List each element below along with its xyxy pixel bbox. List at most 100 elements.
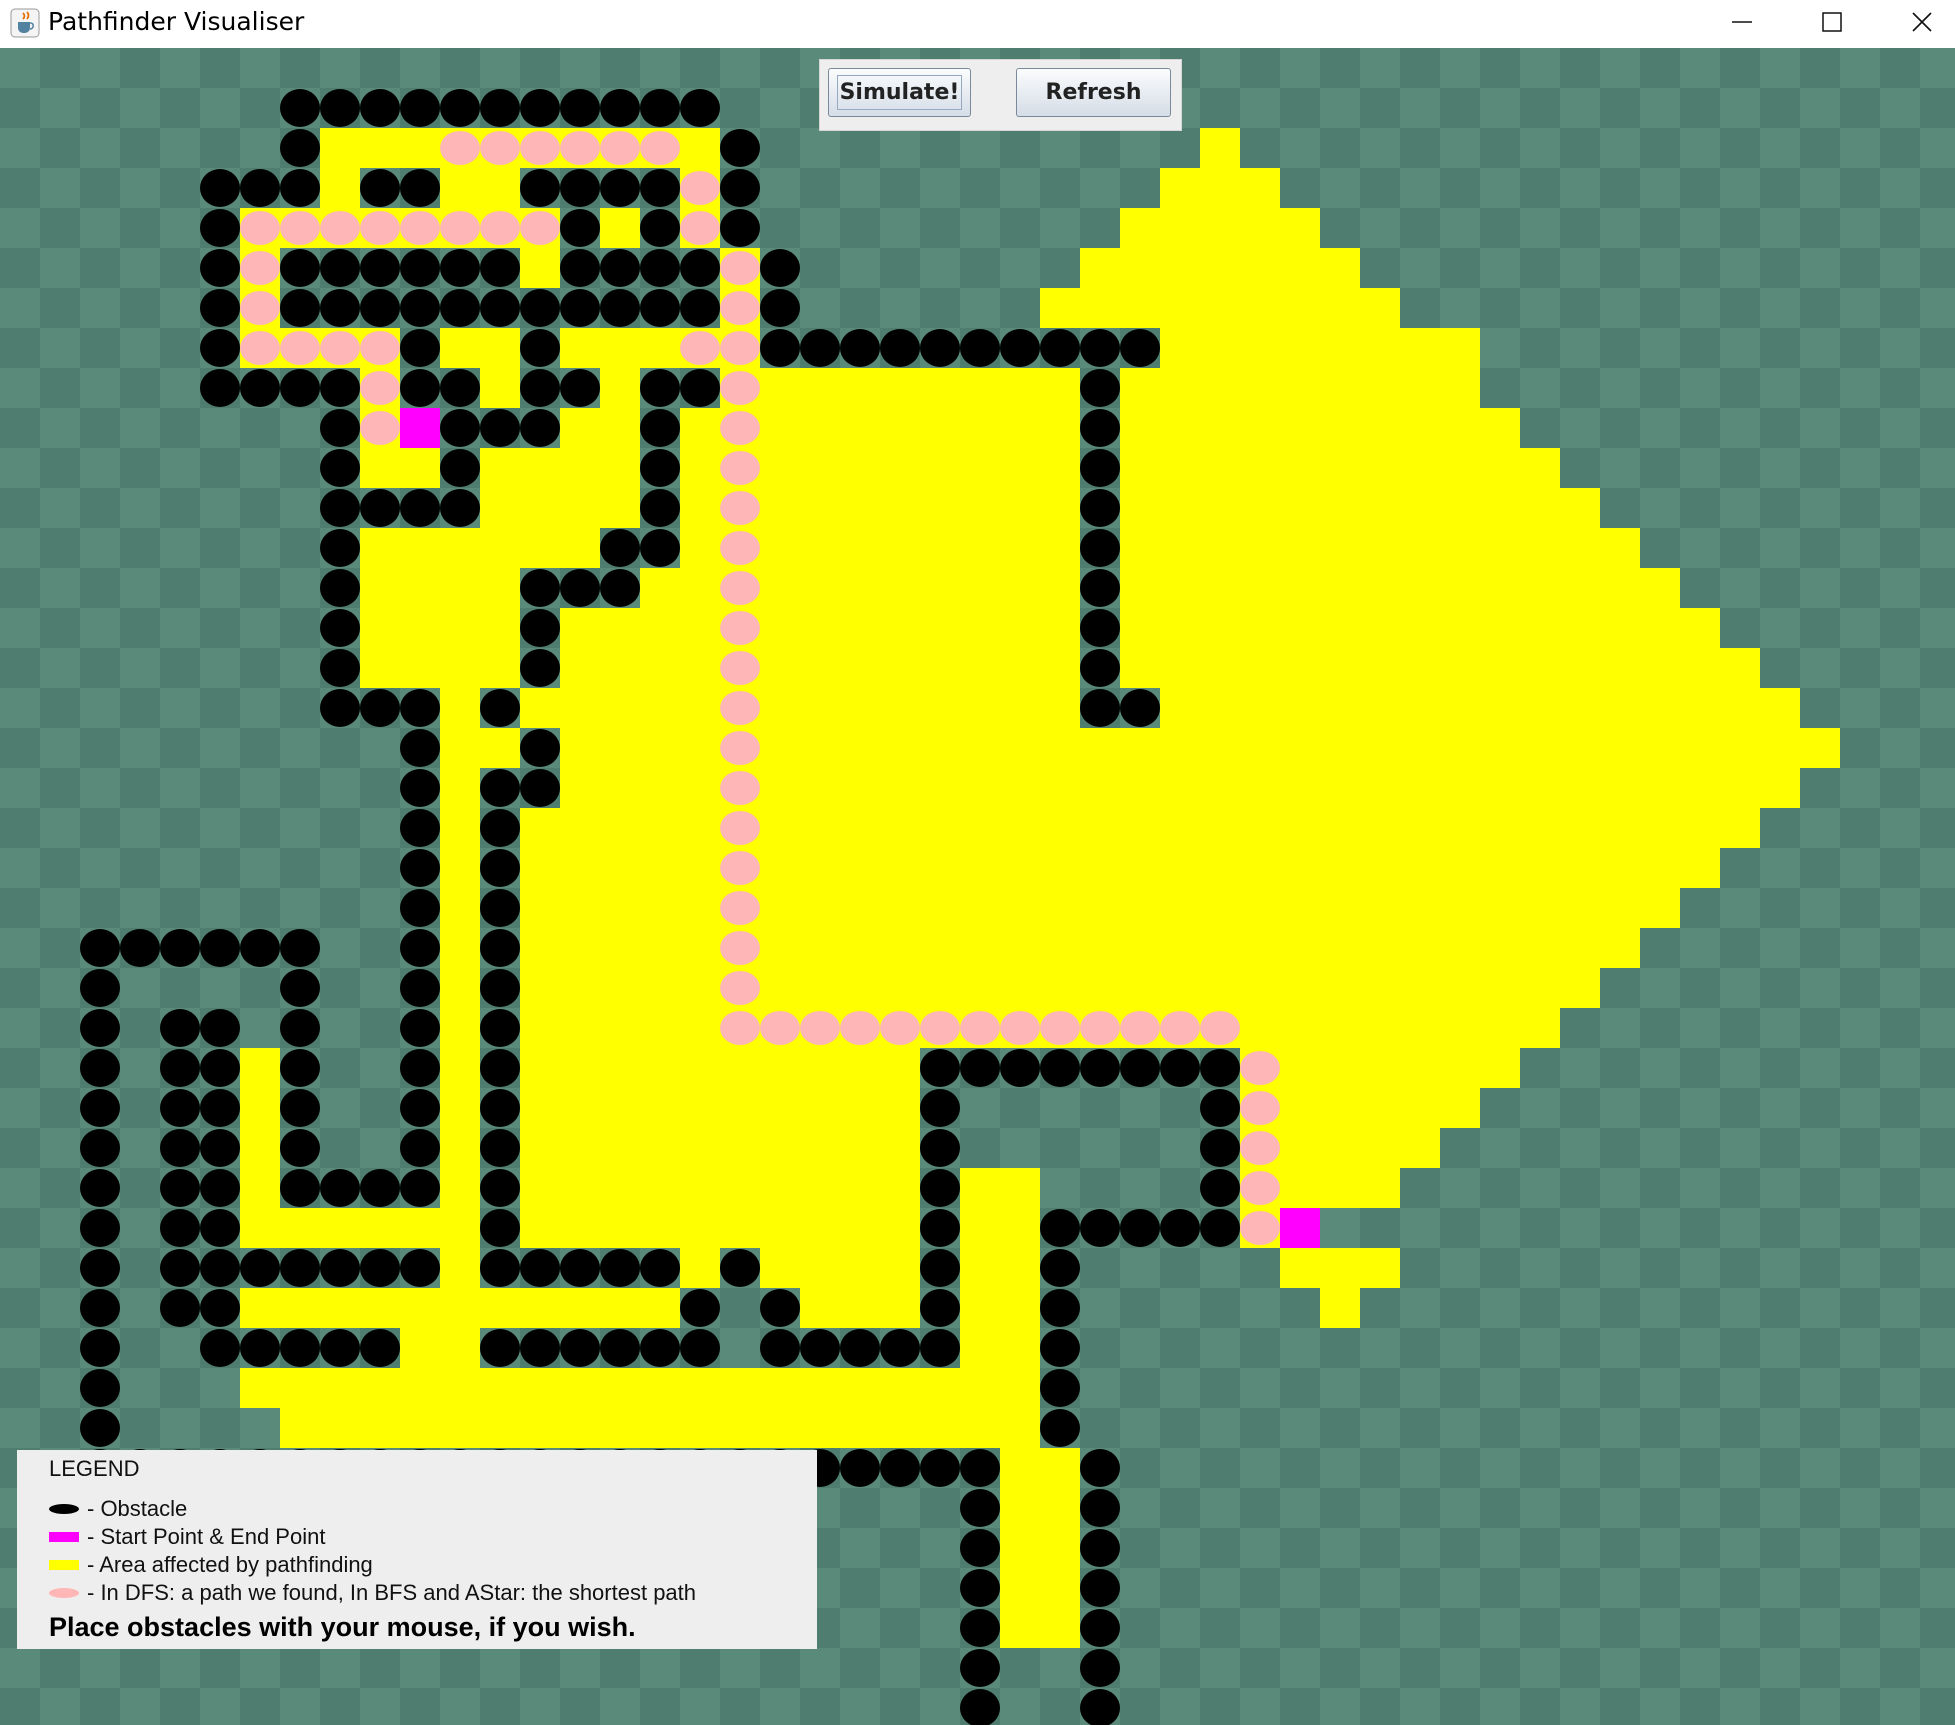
grid-cell [1600, 1488, 1640, 1528]
area-cell [680, 528, 720, 568]
grid-cell [960, 128, 1000, 168]
path-cell [480, 131, 520, 165]
grid-cell [560, 1688, 600, 1725]
grid-cell [1120, 1128, 1160, 1168]
grid-cell [1920, 1608, 1955, 1648]
grid-cell [1360, 1648, 1400, 1688]
path-cell [720, 571, 760, 605]
obstacle-cell [920, 1129, 960, 1167]
area-cell [960, 608, 1000, 648]
grid-cell [1120, 1368, 1160, 1408]
grid-cell [1200, 1488, 1240, 1528]
obstacle-cell [320, 1329, 360, 1367]
close-button[interactable] [1877, 0, 1955, 44]
grid-cell [1520, 1088, 1560, 1128]
grid-cell [1640, 1528, 1680, 1568]
area-cell [1520, 648, 1560, 688]
grid-cell [360, 848, 400, 888]
area-cell [560, 848, 600, 888]
area-cell [1200, 248, 1240, 288]
obstacle-cell [1080, 1569, 1120, 1607]
area-cell [680, 1168, 720, 1208]
area-cell [520, 848, 560, 888]
area-cell [360, 128, 400, 168]
area-cell [760, 1408, 800, 1448]
grid-cell [360, 888, 400, 928]
grid-cell [1520, 88, 1560, 128]
area-cell [1080, 888, 1120, 928]
area-cell [1560, 888, 1600, 928]
path-cell [720, 411, 760, 445]
grid-cell [1920, 248, 1955, 288]
grid-cell [1600, 1528, 1640, 1568]
area-cell [1320, 368, 1360, 408]
obstacle-cell [160, 1169, 200, 1207]
area-cell [1400, 528, 1440, 568]
obstacle-cell [480, 929, 520, 967]
grid-cell [1120, 168, 1160, 208]
area-cell [360, 568, 400, 608]
grid-cell [0, 888, 40, 928]
area-cell [1680, 648, 1720, 688]
grid-cell [160, 648, 200, 688]
obstacle-cell [80, 1209, 120, 1247]
obstacle-cell [520, 169, 560, 207]
obstacle-cell [1120, 1209, 1160, 1247]
area-cell [1280, 768, 1320, 808]
area-cell [960, 1408, 1000, 1448]
grid-cell [1600, 1328, 1640, 1368]
area-cell [440, 728, 480, 768]
refresh-button[interactable]: Refresh [1016, 68, 1171, 117]
grid-cell [1920, 1008, 1955, 1048]
obstacle-cell [440, 89, 480, 127]
grid-cell [1720, 1568, 1760, 1608]
area-cell [640, 1128, 680, 1168]
area-cell [280, 1288, 320, 1328]
area-cell [1520, 768, 1560, 808]
grid-cell [1680, 1368, 1720, 1408]
grid-cell [520, 1648, 560, 1688]
area-cell [1440, 368, 1480, 408]
grid-cell [1920, 688, 1955, 728]
obstacle-cell [680, 369, 720, 407]
grid-cell [1560, 1488, 1600, 1528]
area-cell [960, 728, 1000, 768]
area-cell [1000, 1568, 1040, 1608]
grid-cell [760, 1688, 800, 1725]
grid-cell [40, 1088, 80, 1128]
grid-cell [1480, 1168, 1520, 1208]
area-cell [1320, 608, 1360, 648]
simulate-button[interactable]: Simulate! [828, 68, 971, 117]
grid-cell [120, 608, 160, 648]
grid-cell [1640, 408, 1680, 448]
grid-cell [200, 1648, 240, 1688]
grid-cell [1080, 1288, 1120, 1328]
area-cell [240, 1168, 280, 1208]
grid-cell [40, 1208, 80, 1248]
area-cell [1200, 768, 1240, 808]
area-cell [560, 928, 600, 968]
maximize-button[interactable] [1787, 0, 1877, 44]
grid-cell [1520, 1328, 1560, 1368]
area-cell [560, 728, 600, 768]
area-cell [920, 448, 960, 488]
area-cell [1680, 608, 1720, 648]
grid-cell [1520, 1648, 1560, 1688]
area-cell [880, 1408, 920, 1448]
grid-cell [280, 448, 320, 488]
area-cell [600, 1088, 640, 1128]
obstacle-cell [960, 1649, 1000, 1687]
area-cell [320, 168, 360, 208]
grid-cell [1840, 1128, 1880, 1168]
grid-cell [1280, 48, 1320, 88]
grid-cell [880, 1568, 920, 1608]
area-cell [1280, 888, 1320, 928]
minimize-button[interactable] [1697, 0, 1787, 44]
grid-cell [0, 1088, 40, 1128]
area-cell [1240, 968, 1280, 1008]
area-cell [1000, 408, 1040, 448]
grid-cell [1600, 1168, 1640, 1208]
grid-cell [1760, 1288, 1800, 1328]
grid-cell [1760, 1528, 1800, 1568]
grid-cell [1480, 1688, 1520, 1725]
